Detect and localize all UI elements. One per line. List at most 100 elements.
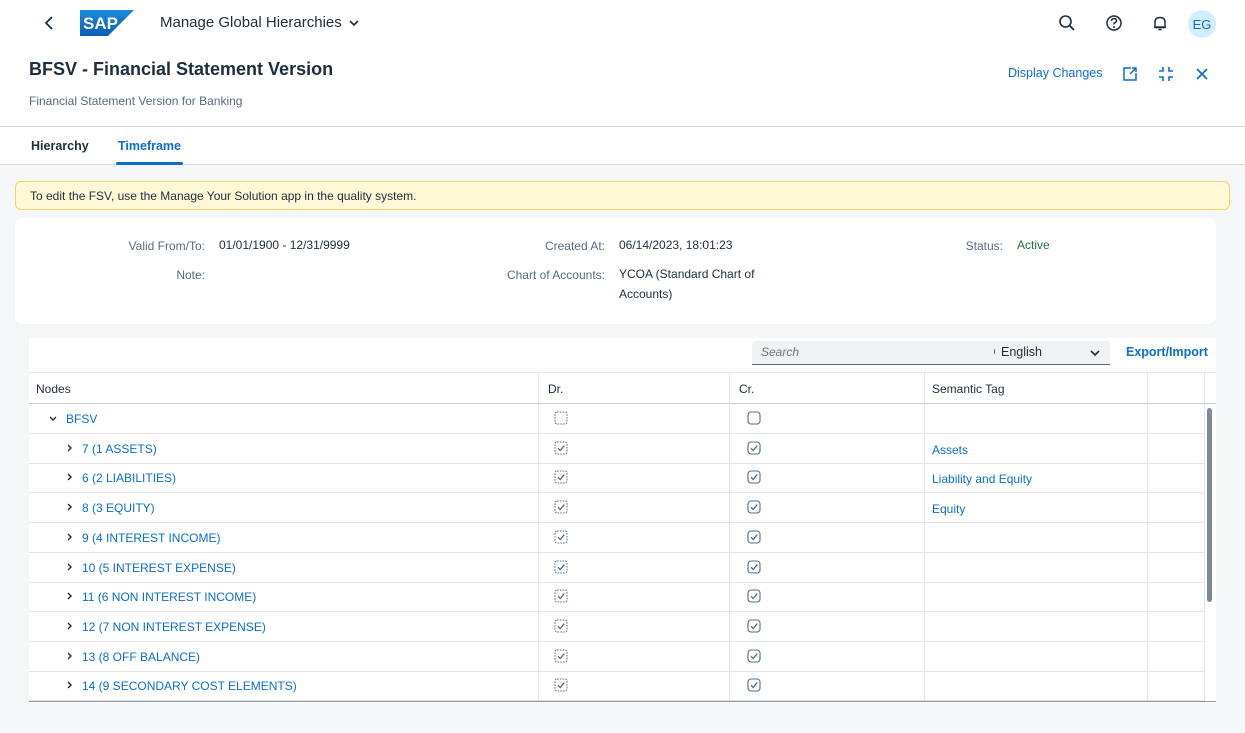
node-link[interactable]: 6 (2 LIABILITIES) bbox=[82, 471, 176, 485]
vertical-scrollbar[interactable] bbox=[1207, 408, 1212, 602]
table-header: Nodes Dr. Cr. Semantic Tag bbox=[29, 372, 1216, 405]
user-avatar[interactable]: EG bbox=[1188, 10, 1216, 38]
help-button[interactable] bbox=[1102, 11, 1126, 35]
table-row[interactable]: 11 (6 NON INTEREST INCOME) bbox=[29, 582, 1205, 613]
semantic-tag-cell: Liability and Equity bbox=[925, 463, 1148, 494]
cr-cell bbox=[730, 433, 925, 464]
semantic-tag-cell: Equity bbox=[925, 493, 1148, 524]
table-row[interactable]: 8 (3 EQUITY) Equity bbox=[29, 493, 1205, 524]
chevron-right-icon[interactable] bbox=[63, 620, 75, 632]
app-title-menu[interactable]: Manage Global Hierarchies bbox=[160, 14, 360, 31]
table-row[interactable]: 12 (7 NON INTEREST EXPENSE) bbox=[29, 611, 1205, 642]
spacer-cell bbox=[1148, 582, 1205, 613]
share-button[interactable] bbox=[1120, 64, 1140, 84]
node-link[interactable]: 7 (1 ASSETS) bbox=[82, 442, 157, 456]
cr-cell bbox=[730, 493, 925, 524]
semantic-tag-cell bbox=[925, 611, 1148, 642]
notifications-button[interactable] bbox=[1148, 11, 1172, 35]
cr-cell bbox=[730, 611, 925, 642]
spacer-cell bbox=[1148, 671, 1205, 701]
created-at-label: Created At: bbox=[544, 239, 605, 253]
dr-checkbox bbox=[554, 678, 568, 692]
bell-icon bbox=[1154, 16, 1166, 31]
chevron-right-icon[interactable] bbox=[63, 679, 75, 691]
column-header-nodes[interactable]: Nodes bbox=[29, 373, 539, 405]
semantic-tag-cell bbox=[925, 582, 1148, 613]
chevron-left-icon bbox=[44, 16, 53, 30]
shell-search-button[interactable] bbox=[1055, 11, 1079, 35]
node-link[interactable]: 14 (9 SECONDARY COST ELEMENTS) bbox=[82, 679, 297, 693]
chevron-down-icon[interactable] bbox=[47, 412, 59, 424]
semantic-tag-link[interactable]: Liability and Equity bbox=[932, 472, 1032, 486]
node-link[interactable]: 13 (8 OFF BALANCE) bbox=[82, 650, 200, 664]
table-row[interactable]: 6 (2 LIABILITIES) Liability and Equity bbox=[29, 463, 1205, 494]
cr-checkbox bbox=[747, 470, 761, 484]
information-message-strip: To edit the FSV, use the Manage Your Sol… bbox=[15, 181, 1230, 210]
exit-fullscreen-button[interactable] bbox=[1156, 64, 1176, 84]
spacer-cell bbox=[1148, 433, 1205, 464]
semantic-tag-cell: Assets bbox=[925, 433, 1148, 464]
column-header-dr[interactable]: Dr. bbox=[539, 373, 730, 405]
timeframe-info-card: Valid From/To: 01/01/1900 - 12/31/9999 N… bbox=[15, 218, 1216, 324]
chevron-down-icon bbox=[349, 19, 359, 26]
table-row[interactable]: 10 (5 INTEREST EXPENSE) bbox=[29, 552, 1205, 583]
shell-bar: SAP Manage Global Hierarchies EG bbox=[0, 0, 1245, 46]
dr-cell bbox=[539, 611, 730, 642]
chevron-down-icon bbox=[1090, 350, 1100, 357]
chevron-right-icon[interactable] bbox=[63, 471, 75, 483]
table-row[interactable]: 14 (9 SECONDARY COST ELEMENTS) bbox=[29, 671, 1205, 701]
tab-hierarchy[interactable]: Hierarchy bbox=[31, 139, 89, 153]
search-input[interactable] bbox=[752, 341, 972, 363]
dr-checkbox bbox=[554, 500, 568, 514]
chevron-right-icon[interactable] bbox=[63, 531, 75, 543]
chevron-right-icon[interactable] bbox=[63, 501, 75, 513]
display-changes-button[interactable]: Display Changes bbox=[1008, 66, 1103, 80]
node-link[interactable]: 12 (7 NON INTEREST EXPENSE) bbox=[82, 620, 266, 634]
node-link[interactable]: 8 (3 EQUITY) bbox=[82, 501, 155, 515]
table-row[interactable]: BFSV bbox=[29, 404, 1205, 434]
chevron-right-icon[interactable] bbox=[63, 442, 75, 454]
export-import-button[interactable]: Export/Import bbox=[1126, 345, 1208, 359]
cr-checkbox bbox=[747, 589, 761, 603]
page-title: BFSV - Financial Statement Version bbox=[29, 59, 334, 79]
table-row[interactable]: 7 (1 ASSETS) Assets bbox=[29, 433, 1205, 464]
chevron-right-icon[interactable] bbox=[63, 590, 75, 602]
node-link[interactable]: 11 (6 NON INTEREST INCOME) bbox=[82, 590, 256, 604]
dr-cell bbox=[539, 463, 730, 494]
column-header-cr[interactable]: Cr. bbox=[730, 373, 925, 405]
share-icon bbox=[1123, 67, 1137, 81]
table-body: 14 (9 SECONDARY COST ELEMENTS) 13 (8 OFF … bbox=[29, 404, 1216, 702]
tab-timeframe[interactable]: Timeframe bbox=[116, 139, 183, 165]
chevron-right-icon[interactable] bbox=[63, 561, 75, 573]
sap-logo[interactable]: SAP bbox=[80, 10, 134, 36]
semantic-tag-cell bbox=[925, 552, 1148, 583]
table-row[interactable]: 13 (8 OFF BALANCE) bbox=[29, 641, 1205, 672]
node-link[interactable]: 10 (5 INTEREST EXPENSE) bbox=[82, 561, 236, 575]
cr-checkbox bbox=[747, 619, 761, 633]
dr-cell bbox=[539, 433, 730, 464]
node-cell: 14 (9 SECONDARY COST ELEMENTS) bbox=[29, 671, 539, 701]
dr-cell bbox=[539, 493, 730, 524]
chevron-right-icon[interactable] bbox=[63, 650, 75, 662]
node-link[interactable]: 9 (4 INTEREST INCOME) bbox=[82, 531, 220, 545]
column-header-spacer bbox=[1148, 373, 1205, 405]
cr-cell bbox=[730, 552, 925, 583]
semantic-tag-link[interactable]: Assets bbox=[932, 443, 968, 457]
search-field[interactable] bbox=[752, 341, 1015, 365]
tab-bar: Hierarchy Timeframe bbox=[0, 127, 1245, 165]
semantic-tag-link[interactable]: Equity bbox=[932, 502, 965, 516]
node-link[interactable]: BFSV bbox=[66, 412, 97, 426]
table-row[interactable]: 9 (4 INTEREST INCOME) bbox=[29, 522, 1205, 553]
status-label: Status: bbox=[965, 239, 1003, 253]
close-button[interactable] bbox=[1192, 64, 1212, 84]
cr-cell bbox=[730, 404, 925, 434]
dr-checkbox bbox=[554, 530, 568, 544]
semantic-tag-cell bbox=[925, 522, 1148, 553]
node-cell: 8 (3 EQUITY) bbox=[29, 493, 539, 524]
back-button[interactable] bbox=[42, 14, 58, 32]
cr-checkbox bbox=[747, 649, 761, 663]
hierarchy-table-panel: English Export/Import Nodes Dr. Cr. Sema… bbox=[29, 338, 1216, 703]
language-select[interactable]: English bbox=[995, 341, 1110, 365]
column-header-semantic-tag[interactable]: Semantic Tag bbox=[925, 373, 1148, 405]
chart-of-accounts-value-line1: YCOA (Standard Chart of bbox=[619, 267, 755, 281]
